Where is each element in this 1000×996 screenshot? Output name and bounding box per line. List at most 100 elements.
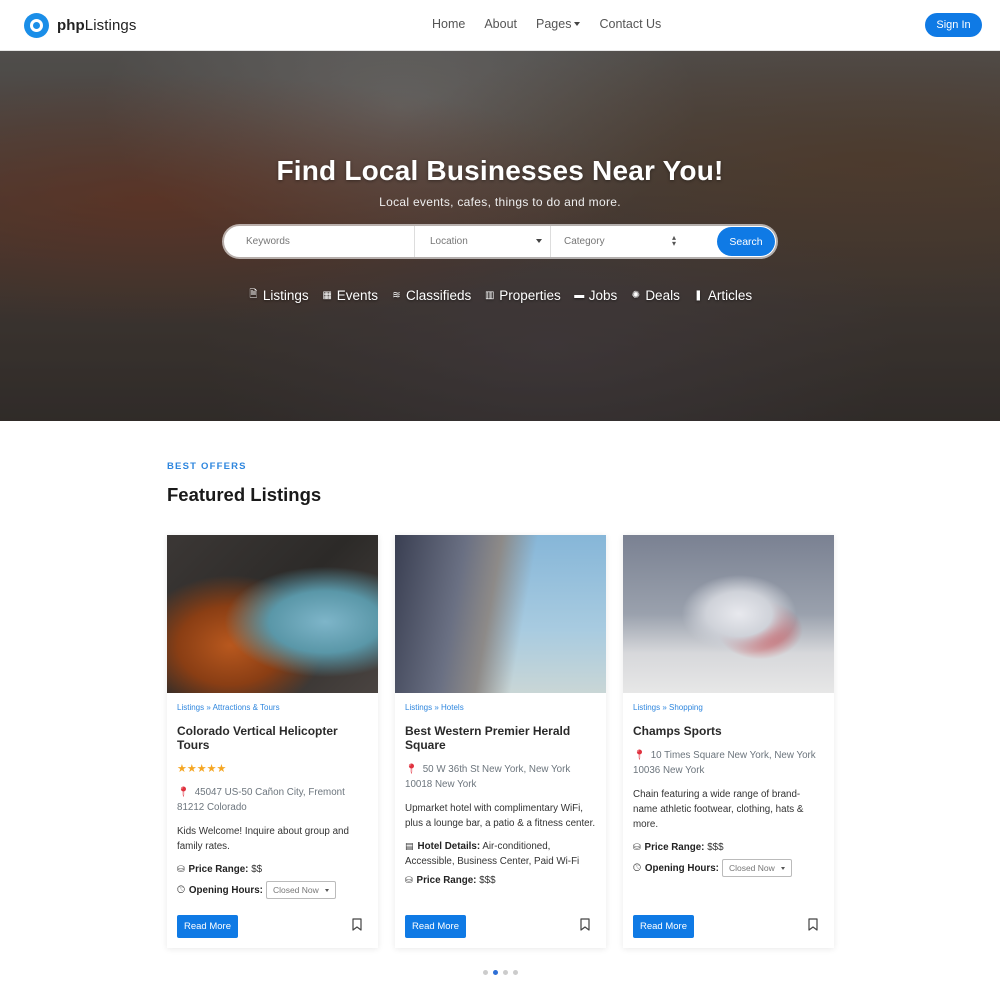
brand-logo[interactable]: phpListings	[24, 13, 136, 38]
listing-breadcrumb[interactable]: Listings » Attractions & Tours	[177, 703, 368, 717]
keywords-input[interactable]: Keywords	[224, 226, 415, 257]
listing-title[interactable]: Colorado Vertical Helicopter Tours	[177, 724, 368, 752]
listing-address: 📍︎ 45047 US-50 Cañon City, Fremont 81212 …	[177, 785, 368, 815]
price-range: ⛁ Price Range: $$$	[405, 873, 596, 888]
category-label: Events	[336, 288, 378, 303]
briefcase-icon: ▬	[574, 290, 585, 301]
chevron-down-icon	[536, 239, 542, 243]
listing-image[interactable]	[395, 535, 606, 693]
caret-down-icon	[780, 866, 785, 870]
category-listings[interactable]: 🗎 Listings	[248, 287, 309, 304]
nav-pages-dropdown[interactable]: Pages	[536, 17, 581, 31]
clock-icon: 🕓︎	[633, 862, 641, 874]
nav-contact[interactable]: Contact Us	[599, 17, 661, 31]
reader-icon: ❚	[694, 290, 703, 301]
carousel-pagination	[483, 970, 518, 975]
price-label: Price Range:	[188, 864, 249, 875]
location-select-value: Location	[430, 236, 468, 247]
category-jobs[interactable]: ▬ Jobs	[574, 287, 618, 304]
carousel-dot[interactable]	[483, 970, 488, 975]
clipboard-icon: ▤	[405, 841, 414, 851]
caret-down-icon	[324, 888, 329, 892]
hero-title: Find Local Businesses Near You!	[276, 155, 724, 186]
bookmark-icon[interactable]	[580, 918, 590, 931]
category-label: Jobs	[588, 288, 618, 303]
category-properties[interactable]: ▥ Properties	[484, 287, 561, 304]
read-more-button[interactable]: Read More	[405, 915, 466, 938]
category-label: Listings	[262, 288, 309, 303]
price-label: Price Range:	[416, 875, 477, 886]
bookmark-icon[interactable]	[352, 918, 362, 931]
category-label: Classifieds	[405, 288, 472, 303]
address-text: 10 Times Square New York, New York 10036…	[633, 750, 816, 776]
select-updown-icon: ▴ ▾	[671, 233, 676, 248]
clock-icon: 🕓︎	[177, 884, 185, 896]
listing-card: Listings » Hotels Best Western Premier H…	[395, 535, 606, 948]
price-label: Price Range:	[644, 842, 705, 853]
read-more-button[interactable]: Read More	[633, 915, 694, 938]
listing-description: Chain featuring a wide range of brand-na…	[633, 789, 804, 830]
document-icon: 🗎	[249, 289, 258, 300]
hero-banner: Find Local Businesses Near You! Local ev…	[0, 51, 1000, 421]
building-icon: ▥	[485, 290, 495, 301]
map-pin-icon: 📍︎	[177, 787, 190, 798]
nav-about[interactable]: About	[484, 17, 517, 31]
category-deals[interactable]: ✺ Deals	[630, 287, 680, 304]
handshake-icon: ✺	[631, 290, 640, 301]
address-text: 45047 US-50 Cañon City, Fremont 81212 Co…	[177, 787, 345, 813]
hotel-details: ▤ Hotel Details: Air-conditioned, Accessi…	[405, 839, 596, 869]
listing-image[interactable]	[167, 535, 378, 693]
opening-hours-dropdown[interactable]: Closed Now	[721, 859, 792, 877]
carousel-dot[interactable]	[493, 970, 498, 975]
listing-title[interactable]: Best Western Premier Herald Square	[405, 724, 596, 752]
price-value: $$$	[707, 842, 724, 853]
opening-hours: 🕓︎ Opening Hours: Closed Now	[177, 881, 368, 899]
location-select[interactable]: Location	[415, 226, 551, 257]
money-icon: ⛁	[177, 864, 185, 874]
address-text: 50 W 36th St New York, New York 10018 Ne…	[405, 764, 571, 790]
category-classifieds[interactable]: ≋ Classifieds	[391, 287, 471, 304]
listing-card: Listings » Shopping Champs Sports 📍︎ 10 T…	[623, 535, 834, 948]
nav-home[interactable]: Home	[432, 17, 465, 31]
nav-links: Home About Pages Contact Us	[432, 17, 661, 31]
listing-title[interactable]: Champs Sports	[633, 724, 824, 738]
price-range: ⛁ Price Range: $$	[177, 862, 368, 877]
carousel-dot[interactable]	[503, 970, 508, 975]
listing-breadcrumb[interactable]: Listings » Shopping	[633, 703, 824, 717]
read-more-button[interactable]: Read More	[177, 915, 238, 938]
layers-icon: ≋	[392, 290, 401, 301]
logo-icon	[24, 13, 49, 38]
category-select[interactable]: Category ▴ ▾	[551, 226, 711, 257]
caret-down-icon	[574, 21, 581, 26]
map-pin-icon: 📍︎	[405, 764, 418, 775]
nav-pages-label: Pages	[536, 17, 572, 31]
listing-card: Listings » Attractions & Tours Colorado …	[167, 535, 378, 948]
price-value: $$$	[479, 875, 496, 886]
listing-image[interactable]	[623, 535, 834, 693]
carousel-dot[interactable]	[513, 970, 518, 975]
category-label: Deals	[645, 288, 680, 303]
listing-breadcrumb[interactable]: Listings » Hotels	[405, 703, 596, 717]
category-articles[interactable]: ❚ Articles	[693, 287, 752, 304]
listing-address: 📍︎ 10 Times Square New York, New York 100…	[633, 748, 824, 778]
details-label: Hotel Details:	[417, 841, 481, 852]
listing-description: Upmarket hotel with complimentary WiFi, …	[405, 803, 596, 829]
money-icon: ⛁	[405, 875, 413, 885]
category-label: Articles	[707, 288, 753, 303]
category-select-value: Category	[564, 236, 605, 247]
bookmark-icon[interactable]	[808, 918, 818, 931]
brand-name: phpListings	[57, 17, 137, 34]
listing-description: Kids Welcome! Inquire about group and fa…	[177, 826, 349, 852]
section-title: Featured Listings	[167, 484, 322, 505]
hours-label: Opening Hours:	[188, 884, 263, 896]
category-events[interactable]: ▦ Events	[322, 287, 378, 304]
hero-subtitle: Local events, cafes, things to do and mo…	[379, 195, 621, 209]
listing-address: 📍︎ 50 W 36th St New York, New York 10018 …	[405, 762, 596, 792]
opening-hours: 🕓︎ Opening Hours: Closed Now	[633, 859, 824, 877]
search-button[interactable]: Search	[717, 227, 775, 256]
money-icon: ⛁	[633, 842, 641, 852]
hours-value: Closed Now	[272, 885, 319, 895]
sign-in-button[interactable]: Sign In	[925, 13, 982, 37]
opening-hours-dropdown[interactable]: Closed Now	[265, 881, 336, 899]
hours-label: Opening Hours:	[644, 862, 719, 874]
